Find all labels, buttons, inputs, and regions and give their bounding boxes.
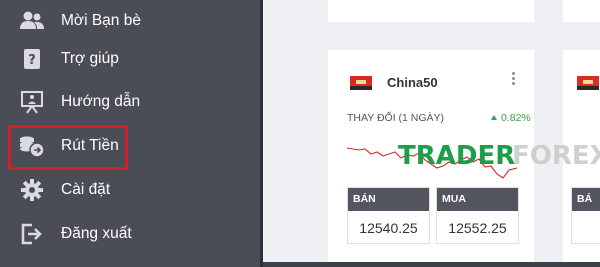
sell-label: BÁ [572,188,600,211]
more-options-icon[interactable] [510,71,516,87]
logout-icon [18,220,46,248]
sidebar-item-label: Trợ giúp [61,50,119,67]
sidebar-item-settings[interactable]: Cài đặt [0,169,260,211]
sidebar-item-label: Đăng xuất [61,225,132,242]
buy-label: MUA [437,188,518,211]
highlight-frame [8,125,128,170]
sidebar-item-tutorial[interactable]: Hướng dẫn [0,81,260,123]
watermark-part2: FOREX [512,141,600,171]
watermark-logo: TRADER FOREX [398,141,600,171]
sidebar-item-invite-friends[interactable]: Mời Bạn bè [0,0,260,42]
sidebar-item-label: Mời Bạn bè [61,12,141,29]
sell-button[interactable]: BÁN 12540.25 [347,187,430,244]
sidebar: Mời Bạn bè ? Trợ giúp Hướng dẫn Rút Tiền… [0,0,260,267]
change-value: 0.82% [501,112,531,124]
china-flag-icon [350,76,372,90]
sidebar-item-logout[interactable]: Đăng xuất [0,213,260,255]
sell-button[interactable]: BÁ [571,187,600,244]
tutorial-icon [18,88,46,116]
up-arrow-icon [491,115,497,120]
change-label: THAY ĐỔI (1 NGÀY) [347,112,445,124]
buy-button[interactable]: MUA 12552.25 [436,187,519,244]
svg-text:?: ? [28,53,36,68]
sidebar-item-label: Cài đặt [61,181,111,198]
watermark-part1: TRADER [398,141,515,171]
sidebar-item-help[interactable]: ? Trợ giúp [0,38,260,80]
sidebar-item-label: Hướng dẫn [61,93,141,110]
instrument-card-partial [563,0,600,22]
instrument-symbol: China50 [387,75,438,90]
sell-label: BÁN [348,188,429,211]
china-flag-icon [577,76,599,90]
buy-price: 12552.25 [448,220,507,236]
sell-price: 12540.25 [359,220,418,236]
friends-icon [18,7,46,35]
bottom-bar [263,262,600,267]
gear-icon [18,176,46,204]
help-icon: ? [18,45,46,73]
instrument-card-partial [328,0,534,22]
main-content: China50 THAY ĐỔI (1 NGÀY) 0.82% BÁN 1254… [263,0,600,267]
